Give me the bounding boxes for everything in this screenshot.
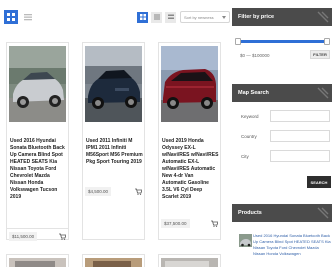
cart-icon[interactable] xyxy=(58,232,66,240)
map-search-heading: Map Search xyxy=(232,84,332,102)
sort-select-label: Sort by newness xyxy=(184,14,214,20)
country-label: Country xyxy=(241,134,257,139)
listing-photo[interactable] xyxy=(9,46,66,122)
corner-decoration-icon xyxy=(317,87,329,99)
listing-card[interactable]: Used 2019 Honda Odyssey EX-L w/Navi/RES … xyxy=(158,42,221,240)
product-link[interactable]: Used 2016 Hyundai Sonata Bluetooth Back … xyxy=(253,233,331,257)
listing-title[interactable]: Used 2011 Infiniti M IPM1 2011 Infiniti … xyxy=(86,138,143,166)
listing-card-partial[interactable] xyxy=(82,254,145,267)
corner-decoration-icon xyxy=(317,11,329,23)
listing-card-partial[interactable] xyxy=(158,254,221,267)
sort-list-icon[interactable] xyxy=(151,11,162,23)
city-label: City xyxy=(241,154,249,159)
listing-card[interactable]: Used 2011 Infiniti M IPM1 2011 Infiniti … xyxy=(82,42,145,240)
products-title: Products xyxy=(238,210,262,216)
listing-photo[interactable] xyxy=(161,46,218,122)
price-filter-title: Filter by price xyxy=(238,14,275,20)
city-select[interactable] xyxy=(270,150,330,162)
listing-photo[interactable] xyxy=(85,46,142,122)
price-range-track[interactable] xyxy=(237,40,329,43)
sort-compact-icon[interactable] xyxy=(165,11,176,23)
grid-view-icon[interactable] xyxy=(4,10,18,24)
price-filter-heading: Filter by price xyxy=(232,8,332,26)
listing-title[interactable]: Used 2019 Honda Odyssey EX-L w/Navi/RES … xyxy=(162,138,219,201)
listing-card-partial[interactable] xyxy=(6,254,69,267)
listing-grid: Used 2016 Hyundai Sonata Bluetooth Back … xyxy=(6,42,228,241)
list-view-icon[interactable] xyxy=(21,10,35,24)
sort-grid-icon[interactable] xyxy=(137,11,148,23)
price-range-label: $0 — $100000 xyxy=(240,53,270,58)
cart-icon[interactable] xyxy=(210,219,218,227)
product-thumbnail[interactable] xyxy=(239,234,252,247)
listing-title[interactable]: Used 2016 Hyundai Sonata Bluetooth Back … xyxy=(10,138,67,201)
chevron-down-icon xyxy=(222,15,226,19)
corner-decoration-icon xyxy=(317,207,329,219)
products-heading: Products xyxy=(232,204,332,222)
sort-select[interactable]: Sort by newness xyxy=(180,11,230,23)
listing-toolbar: Sort by newness xyxy=(4,6,230,28)
price-range-max-handle[interactable] xyxy=(324,38,330,45)
listing-price: $11,500.00 xyxy=(9,231,38,241)
filter-button[interactable]: FILTER xyxy=(310,50,330,59)
listing-card[interactable]: Used 2016 Hyundai Sonata Bluetooth Back … xyxy=(6,42,69,241)
keyword-input[interactable] xyxy=(270,110,330,122)
listing-price: $4,500.00 xyxy=(85,186,112,196)
country-select[interactable] xyxy=(270,130,330,142)
listing-price: $37,500.00 xyxy=(161,218,190,228)
price-range-min-handle[interactable] xyxy=(235,38,241,45)
cart-icon[interactable] xyxy=(134,187,142,195)
sidebar: Filter by price $0 — $100000 FILTER Map … xyxy=(232,6,332,267)
search-button[interactable]: SEARCH xyxy=(307,176,331,188)
map-search-title: Map Search xyxy=(238,90,269,96)
keyword-label: Keyword xyxy=(241,114,259,119)
